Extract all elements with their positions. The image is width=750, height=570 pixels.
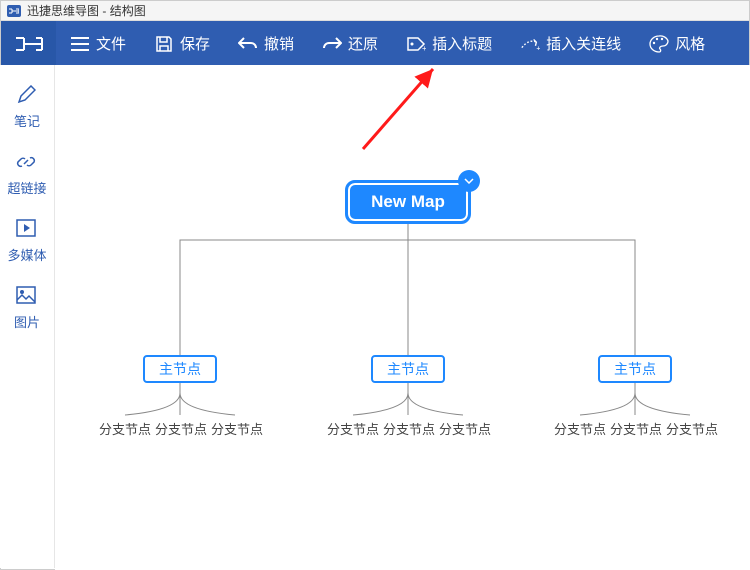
- app-title: 迅捷思维导图 - 结构图: [27, 2, 146, 19]
- redo-icon: [322, 34, 342, 54]
- tag-icon: +: [406, 34, 426, 54]
- palette-icon: [649, 34, 669, 54]
- connectors: [55, 65, 750, 570]
- mindmap-icon: [14, 32, 44, 56]
- leaf-node[interactable]: 分支节点: [99, 419, 151, 438]
- connector-icon: +: [520, 34, 540, 54]
- svg-text:+: +: [422, 44, 426, 52]
- annotation-arrow: [355, 55, 445, 155]
- undo-button[interactable]: 撤销: [224, 21, 308, 66]
- canvas[interactable]: New Map 主节点 主节点 主节点 分支节点 分支节点 分支节点 分支节点 …: [55, 65, 750, 570]
- sidebar: 笔记 超链接 多媒体 图片: [0, 65, 55, 568]
- titlebar: 迅捷思维导图 - 结构图: [1, 1, 749, 21]
- toolbar: 文件 保存 撤销 还原 + 插入标题 + 插入关连线 风格: [1, 21, 749, 66]
- sidebar-item-label: 图片: [14, 312, 40, 331]
- style-button[interactable]: 风格: [635, 21, 719, 66]
- leaf-node[interactable]: 分支节点: [211, 419, 263, 438]
- undo-icon: [238, 34, 258, 54]
- sidebar-item-note[interactable]: 笔记: [14, 85, 40, 130]
- link-icon: [16, 152, 38, 174]
- app-icon: [7, 5, 21, 17]
- sidebar-item-image[interactable]: 图片: [14, 286, 40, 331]
- redo-button[interactable]: 还原: [308, 21, 392, 66]
- root-node[interactable]: New Map: [345, 180, 471, 224]
- leaf-node[interactable]: 分支节点: [439, 419, 491, 438]
- leaf-node[interactable]: 分支节点: [554, 419, 606, 438]
- main-node[interactable]: 主节点: [371, 355, 445, 383]
- image-icon: [16, 286, 38, 308]
- play-icon: [16, 219, 38, 241]
- leaf-node[interactable]: 分支节点: [155, 419, 207, 438]
- save-button[interactable]: 保存: [140, 21, 224, 66]
- sidebar-item-hyperlink[interactable]: 超链接: [7, 152, 46, 197]
- menu-icon: [70, 34, 90, 54]
- file-menu[interactable]: 文件: [56, 21, 140, 66]
- insert-title-button[interactable]: + 插入标题: [392, 21, 506, 66]
- chevron-down-icon: [464, 178, 474, 184]
- leaf-node[interactable]: 分支节点: [610, 419, 662, 438]
- root-node-handle[interactable]: [458, 170, 480, 192]
- insert-relation-button[interactable]: + 插入关连线: [506, 21, 635, 66]
- toolbar-logo[interactable]: [1, 21, 56, 66]
- sidebar-item-label: 超链接: [7, 178, 46, 197]
- save-icon: [154, 34, 174, 54]
- main-node[interactable]: 主节点: [143, 355, 217, 383]
- main-node[interactable]: 主节点: [598, 355, 672, 383]
- pencil-icon: [16, 85, 38, 107]
- leaf-node[interactable]: 分支节点: [327, 419, 379, 438]
- leaf-node[interactable]: 分支节点: [666, 419, 718, 438]
- sidebar-item-label: 笔记: [14, 111, 40, 130]
- sidebar-item-multimedia[interactable]: 多媒体: [7, 219, 46, 264]
- svg-text:+: +: [536, 43, 540, 52]
- sidebar-item-label: 多媒体: [7, 245, 46, 264]
- leaf-node[interactable]: 分支节点: [383, 419, 435, 438]
